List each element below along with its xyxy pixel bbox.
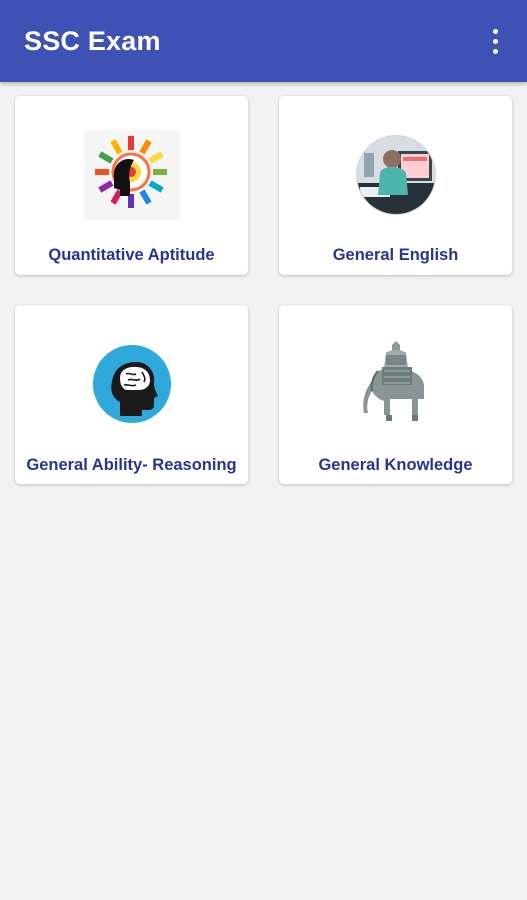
person-at-computer-icon (348, 130, 444, 220)
colorful-head-gears-icon (83, 130, 180, 220)
category-label: General Knowledge (318, 456, 473, 474)
category-card-general-ability-reasoning[interactable]: General Ability- Reasoning (15, 305, 248, 484)
category-label: General Ability- Reasoning (26, 456, 237, 474)
category-card-quantitative-aptitude[interactable]: Quantitative Aptitude (15, 96, 248, 275)
app-title: SSC Exam (24, 26, 161, 56)
app-bar: SSC Exam (0, 0, 527, 82)
more-options-button[interactable] (478, 22, 512, 60)
brain-head-icon (84, 339, 180, 429)
more-vert-icon (492, 28, 498, 54)
elephant-icon (348, 339, 444, 429)
category-label: Quantitative Aptitude (48, 246, 215, 264)
category-card-general-english[interactable]: General English (279, 96, 512, 275)
category-label: General English (332, 246, 459, 264)
category-card-general-knowledge[interactable]: General Knowledge (279, 305, 512, 484)
